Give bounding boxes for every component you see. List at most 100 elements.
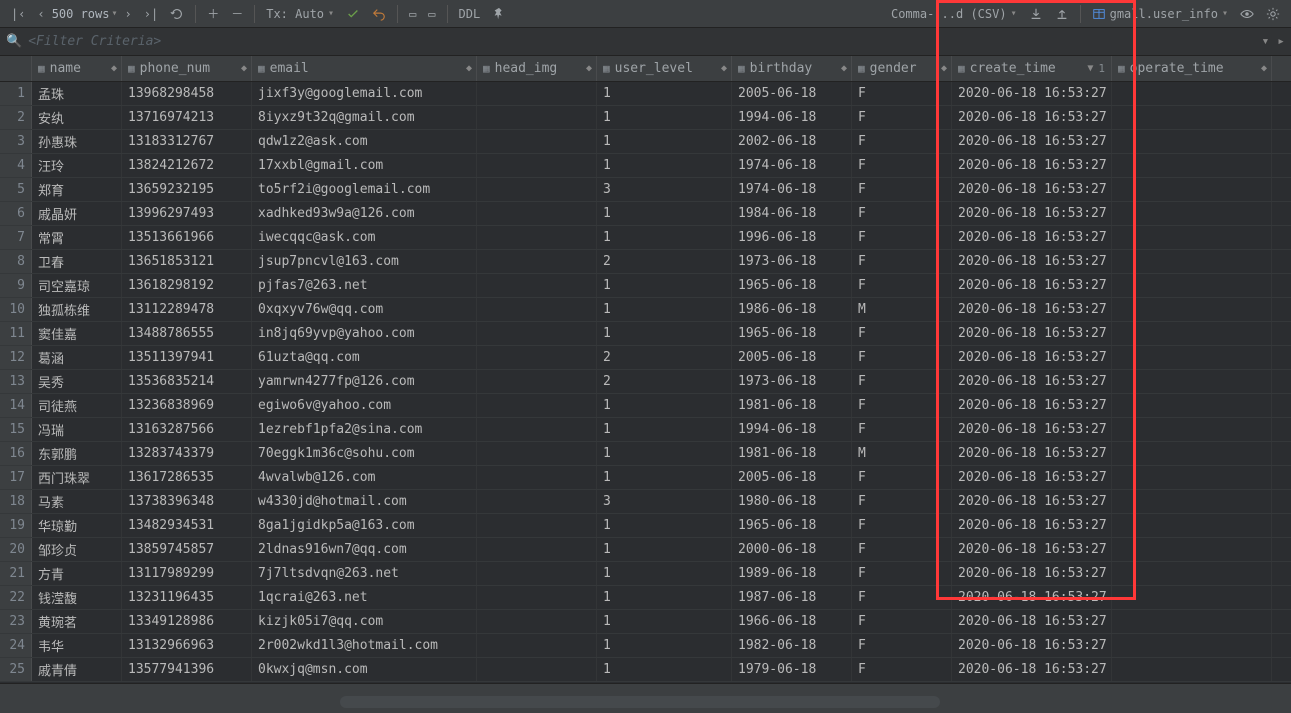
- cell-email[interactable]: to5rf2i@googlemail.com: [252, 178, 477, 201]
- cell-gender[interactable]: F: [852, 538, 952, 561]
- cell-birthday[interactable]: 1981-06-18: [732, 442, 852, 465]
- cell-userlevel[interactable]: 1: [597, 154, 732, 177]
- table-row[interactable]: 12葛涵1351139794161uzta@qq.com22005-06-18F…: [0, 346, 1291, 370]
- cell-gender[interactable]: F: [852, 154, 952, 177]
- cell-operatetime[interactable]: [1112, 490, 1272, 513]
- cell-birthday[interactable]: 1973-06-18: [732, 370, 852, 393]
- sort-icon[interactable]: ◆: [1261, 63, 1267, 74]
- cell-userlevel[interactable]: 1: [597, 466, 732, 489]
- sort-icon[interactable]: ◆: [721, 63, 727, 74]
- cell-operatetime[interactable]: [1112, 82, 1272, 105]
- prev-page-button[interactable]: ‹: [32, 4, 49, 24]
- sort-icon[interactable]: ◆: [111, 63, 117, 74]
- filter-history-icon[interactable]: ▾ ▸: [1262, 34, 1285, 49]
- cell-userlevel[interactable]: 1: [597, 298, 732, 321]
- column-header-operatetime[interactable]: ▦ operate_time ◆: [1112, 56, 1272, 81]
- table-row[interactable]: 8卫春13651853121jsup7pncvl@163.com21973-06…: [0, 250, 1291, 274]
- cell-gender[interactable]: F: [852, 490, 952, 513]
- row-number[interactable]: 9: [0, 274, 32, 297]
- upload-button[interactable]: [1050, 4, 1074, 24]
- cell-phone[interactable]: 13659232195: [122, 178, 252, 201]
- row-number[interactable]: 13: [0, 370, 32, 393]
- cell-headimg[interactable]: [477, 370, 597, 393]
- cell-userlevel[interactable]: 1: [597, 610, 732, 633]
- column-header-createtime[interactable]: ▦ create_time ▼ 1: [952, 56, 1112, 81]
- cell-headimg[interactable]: [477, 106, 597, 129]
- cell-birthday[interactable]: 1973-06-18: [732, 250, 852, 273]
- view-button[interactable]: [1235, 4, 1259, 24]
- cell-email[interactable]: egiwo6v@yahoo.com: [252, 394, 477, 417]
- cell-userlevel[interactable]: 1: [597, 658, 732, 681]
- cell-headimg[interactable]: [477, 562, 597, 585]
- row-number[interactable]: 12: [0, 346, 32, 369]
- cell-headimg[interactable]: [477, 634, 597, 657]
- row-number[interactable]: 23: [0, 610, 32, 633]
- table-row[interactable]: 5郑育13659232195to5rf2i@googlemail.com3197…: [0, 178, 1291, 202]
- cell-gender[interactable]: F: [852, 274, 952, 297]
- cell-operatetime[interactable]: [1112, 586, 1272, 609]
- gutter-header[interactable]: [0, 56, 32, 81]
- row-number[interactable]: 17: [0, 466, 32, 489]
- cell-operatetime[interactable]: [1112, 154, 1272, 177]
- rows-dropdown-icon[interactable]: ▾: [111, 8, 117, 19]
- export-format-dropdown[interactable]: Comma-...d (CSV) ▾: [886, 4, 1022, 24]
- cell-email[interactable]: 1ezrebf1pfa2@sina.com: [252, 418, 477, 441]
- settings-button[interactable]: [1261, 4, 1285, 24]
- cell-operatetime[interactable]: [1112, 634, 1272, 657]
- grid-body[interactable]: 1孟珠13968298458jixf3y@googlemail.com12005…: [0, 82, 1291, 683]
- column-header-email[interactable]: ▦ email ◆: [252, 56, 477, 81]
- cell-name[interactable]: 窦佳嘉: [32, 322, 122, 345]
- cell-phone[interactable]: 13283743379: [122, 442, 252, 465]
- cell-userlevel[interactable]: 1: [597, 130, 732, 153]
- sort-icon[interactable]: ◆: [841, 63, 847, 74]
- table-row[interactable]: 18马素13738396348w4330jd@hotmail.com31980-…: [0, 490, 1291, 514]
- cell-userlevel[interactable]: 3: [597, 178, 732, 201]
- row-number[interactable]: 2: [0, 106, 32, 129]
- cell-birthday[interactable]: 1979-06-18: [732, 658, 852, 681]
- cell-name[interactable]: 韦华: [32, 634, 122, 657]
- cell-operatetime[interactable]: [1112, 442, 1272, 465]
- cell-birthday[interactable]: 1996-06-18: [732, 226, 852, 249]
- cell-userlevel[interactable]: 1: [597, 82, 732, 105]
- cell-headimg[interactable]: [477, 418, 597, 441]
- cell-createtime[interactable]: 2020-06-18 16:53:27: [952, 514, 1112, 537]
- cell-gender[interactable]: F: [852, 370, 952, 393]
- cell-gender[interactable]: F: [852, 466, 952, 489]
- cell-phone[interactable]: 13183312767: [122, 130, 252, 153]
- rows-count-label[interactable]: 500 rows: [52, 7, 110, 21]
- cell-operatetime[interactable]: [1112, 394, 1272, 417]
- column-header-gender[interactable]: ▦ gender ◆: [852, 56, 952, 81]
- cell-email[interactable]: 0kwxjq@msn.com: [252, 658, 477, 681]
- cell-createtime[interactable]: 2020-06-18 16:53:27: [952, 250, 1112, 273]
- cell-phone[interactable]: 13968298458: [122, 82, 252, 105]
- cell-operatetime[interactable]: [1112, 274, 1272, 297]
- cell-gender[interactable]: F: [852, 514, 952, 537]
- cell-headimg[interactable]: [477, 322, 597, 345]
- cell-userlevel[interactable]: 1: [597, 274, 732, 297]
- cell-phone[interactable]: 13617286535: [122, 466, 252, 489]
- cell-email[interactable]: 2ldnas916wn7@qq.com: [252, 538, 477, 561]
- cell-createtime[interactable]: 2020-06-18 16:53:27: [952, 394, 1112, 417]
- cell-phone[interactable]: 13618298192: [122, 274, 252, 297]
- cell-gender[interactable]: F: [852, 322, 952, 345]
- cell-birthday[interactable]: 1994-06-18: [732, 418, 852, 441]
- cell-name[interactable]: 孟珠: [32, 82, 122, 105]
- row-number[interactable]: 5: [0, 178, 32, 201]
- add-row-button[interactable]: ＋: [202, 2, 224, 25]
- cell-name[interactable]: 戚青倩: [32, 658, 122, 681]
- cell-phone[interactable]: 13513661966: [122, 226, 252, 249]
- sort-icon[interactable]: ◆: [466, 63, 472, 74]
- row-number[interactable]: 16: [0, 442, 32, 465]
- cell-headimg[interactable]: [477, 466, 597, 489]
- cell-email[interactable]: 61uzta@qq.com: [252, 346, 477, 369]
- cell-gender[interactable]: F: [852, 658, 952, 681]
- last-page-button[interactable]: ›|: [139, 4, 163, 24]
- row-number[interactable]: 18: [0, 490, 32, 513]
- cell-gender[interactable]: F: [852, 82, 952, 105]
- cell-operatetime[interactable]: [1112, 298, 1272, 321]
- cell-birthday[interactable]: 1986-06-18: [732, 298, 852, 321]
- table-row[interactable]: 9司空嘉琼13618298192pjfas7@263.net11965-06-1…: [0, 274, 1291, 298]
- cell-gender[interactable]: M: [852, 442, 952, 465]
- cell-birthday[interactable]: 2000-06-18: [732, 538, 852, 561]
- cell-createtime[interactable]: 2020-06-18 16:53:27: [952, 82, 1112, 105]
